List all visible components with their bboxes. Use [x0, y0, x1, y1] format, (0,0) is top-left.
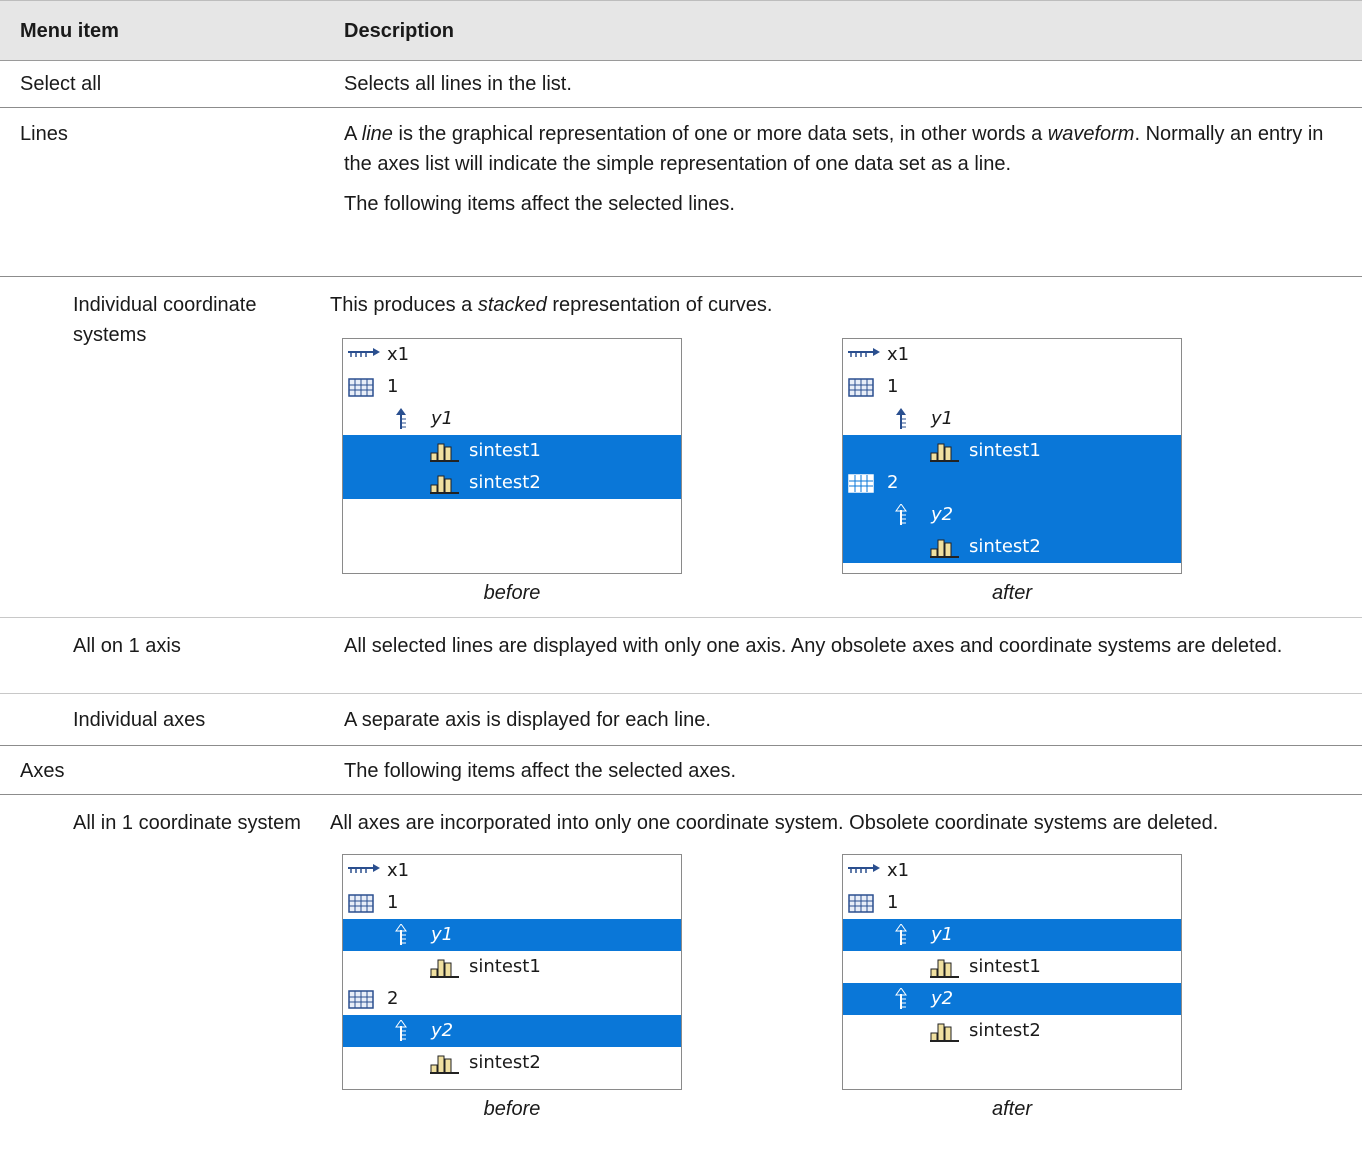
- x-axis-icon: [847, 860, 881, 882]
- desc-lines-p1: A line is the graphical representation o…: [344, 123, 1324, 175]
- y-axis-icon: [391, 924, 425, 946]
- dataset-icon: [429, 472, 463, 494]
- tree-node-y2-selected[interactable]: y2: [843, 983, 1181, 1015]
- item-individual-cs: Individual coordinate systems: [73, 294, 257, 346]
- doc-page: Menu item Description Select all Selects…: [0, 0, 1362, 1120]
- tree-node-sintest1-selected[interactable]: sintest1: [843, 435, 1181, 467]
- desc-select-all: Selects all lines in the list.: [344, 73, 572, 95]
- y-axis-icon: [891, 408, 925, 430]
- item-all-in-1-cs: All in 1 coordinate system: [73, 812, 301, 834]
- row-axes: Axes The following items affect the sele…: [0, 746, 1362, 795]
- desc-all-on-1-axis: All selected lines are displayed with on…: [344, 635, 1283, 657]
- tree-node-sintest2-selected[interactable]: sintest2: [343, 467, 681, 499]
- tree-node-sintest2-selected[interactable]: sintest2: [843, 531, 1181, 563]
- x-axis-icon: [847, 344, 881, 366]
- tree-node-cs1: 1: [343, 371, 681, 403]
- coordinate-system-icon: [347, 892, 381, 914]
- x-axis-icon: [347, 860, 381, 882]
- dataset-icon: [429, 1052, 463, 1074]
- y-axis-icon: [391, 1020, 425, 1042]
- row-all-on-1-axis: All on 1 axis All selected lines are dis…: [0, 618, 1362, 694]
- desc-lines: A line is the graphical representation o…: [344, 119, 1362, 276]
- caption-after: after: [991, 1098, 1033, 1120]
- desc-individual-axes: A separate axis is displayed for each li…: [344, 709, 711, 731]
- row-individual-cs: Individual coordinate systems This produ…: [0, 277, 1362, 618]
- item-axes: Axes: [20, 760, 65, 782]
- tree-screenshot-after: x1 1 y1 sintest1 2 y2 sintest2 after: [842, 338, 1342, 608]
- item-select-all: Select all: [20, 73, 102, 95]
- coordinate-system-icon: [847, 376, 881, 398]
- caption-after: after: [991, 582, 1033, 604]
- row-individual-axes: Individual axes A separate axis is displ…: [0, 694, 1362, 746]
- y-axis-icon: [891, 504, 925, 526]
- coordinate-system-icon: [347, 988, 381, 1010]
- coordinate-system-icon: [847, 892, 881, 914]
- row-select-all: Select all Selects all lines in the list…: [0, 61, 1362, 108]
- row-lines: Lines A line is the graphical representa…: [0, 108, 1362, 277]
- dataset-icon: [929, 956, 963, 978]
- dataset-icon: [929, 440, 963, 462]
- tree-node-y1-selected[interactable]: y1: [343, 919, 681, 951]
- dataset-icon: [429, 956, 463, 978]
- dataset-icon: [929, 1020, 963, 1042]
- desc-axes: The following items affect the selected …: [344, 760, 737, 782]
- coordinate-system-icon: [347, 376, 381, 398]
- tree-screenshot-after-axes: x1 1 y1 sintest1 y2 sintest2 after: [842, 854, 1342, 1124]
- desc-lines-p2: The following items affect the selected …: [344, 193, 735, 215]
- tree-node-y1: y1: [343, 403, 681, 435]
- item-individual-axes: Individual axes: [73, 709, 206, 731]
- tree-node-cs1: 1: [843, 371, 1181, 403]
- tree-node-y2-selected[interactable]: y2: [843, 499, 1181, 531]
- tree-node-sintest1-selected[interactable]: sintest1: [343, 435, 681, 467]
- y-axis-icon: [891, 924, 925, 946]
- x-axis-icon: [347, 344, 381, 366]
- tree-node-y2-selected[interactable]: y2: [343, 1015, 681, 1047]
- tree-screenshot-before-axes: x1 1 y1 sintest1 2 y2 sintest2 before: [342, 854, 842, 1124]
- tree-node-cs2-selected[interactable]: 2: [843, 467, 1181, 499]
- desc-all-in-1-cs: All axes are incorporated into only one …: [330, 808, 1362, 1120]
- y-axis-icon: [391, 408, 425, 430]
- row-all-in-1-cs: All in 1 coordinate system All axes are …: [0, 795, 1362, 1120]
- caption-before: before: [483, 582, 541, 604]
- tree-node-y1: y1: [843, 403, 1181, 435]
- item-all-on-1-axis: All on 1 axis: [73, 635, 181, 657]
- caption-before: before: [483, 1098, 541, 1120]
- table-header: Menu item Description: [0, 0, 1362, 61]
- tree-node-x1: x1: [843, 339, 1181, 371]
- y-axis-icon: [891, 988, 925, 1010]
- header-description: Description: [344, 19, 455, 42]
- desc-individual-cs: This produces a stacked representation o…: [330, 290, 1362, 617]
- item-lines: Lines: [20, 123, 68, 145]
- tree-screenshot-before: x1 1 y1 sintest1 sintest2 before: [342, 338, 842, 608]
- coordinate-system-icon: [847, 472, 881, 494]
- dataset-icon: [429, 440, 463, 462]
- dataset-icon: [929, 536, 963, 558]
- tree-node-y1-selected[interactable]: y1: [843, 919, 1181, 951]
- header-menu-item: Menu item: [20, 19, 119, 42]
- tree-node-x1: x1: [343, 339, 681, 371]
